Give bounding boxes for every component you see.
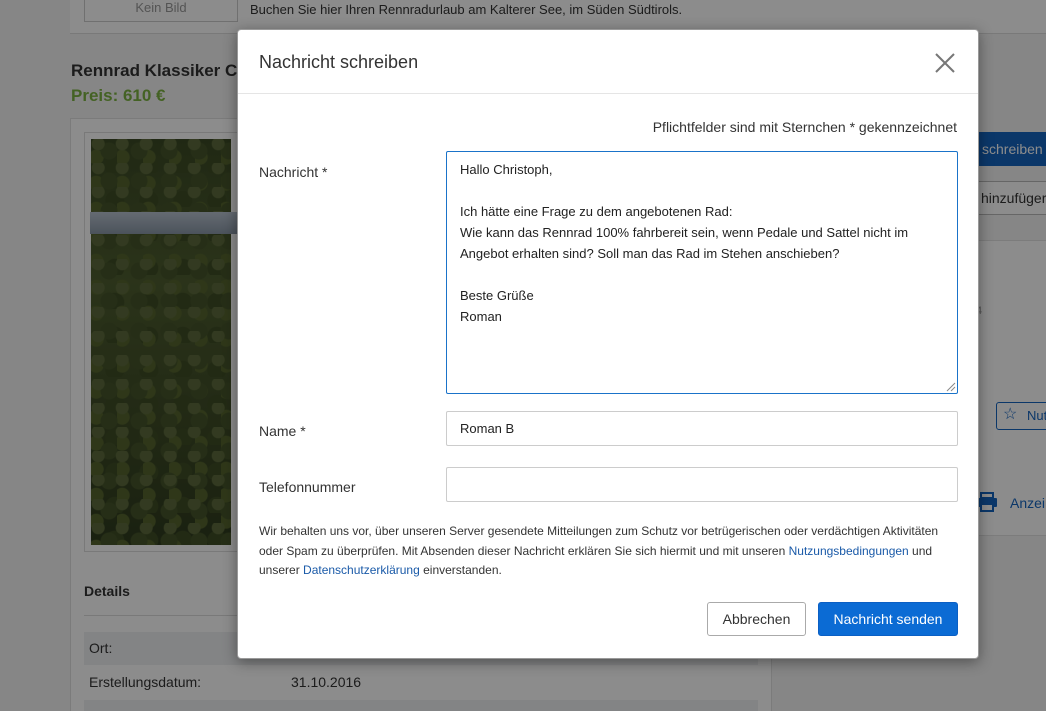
dialog-title: Nachricht schreiben: [259, 52, 419, 72]
message-textarea[interactable]: Hallo Christoph, Ich hätte eine Frage zu…: [446, 151, 958, 394]
terms-link[interactable]: Nutzungsbedingungen: [789, 544, 909, 558]
name-field[interactable]: [446, 411, 958, 446]
close-icon[interactable]: [933, 51, 957, 75]
dialog-header-divider: [238, 93, 978, 94]
legal-text: einverstanden.: [419, 563, 502, 577]
resize-grip-icon[interactable]: [946, 382, 956, 392]
legal-notice: Wir behalten uns vor, über unseren Serve…: [259, 522, 959, 581]
name-label: Name *: [259, 423, 306, 439]
phone-field[interactable]: [446, 467, 958, 502]
required-fields-note: Pflichtfelder sind mit Sternchen * geken…: [652, 119, 957, 135]
phone-label: Telefonnummer: [259, 479, 356, 495]
message-dialog: Nachricht schreiben Pflichtfelder sind m…: [237, 29, 979, 659]
privacy-link[interactable]: Datenschutzerklärung: [303, 563, 420, 577]
message-label: Nachricht *: [259, 164, 328, 180]
cancel-button[interactable]: Abbrechen: [707, 602, 806, 636]
send-message-button[interactable]: Nachricht senden: [818, 602, 958, 636]
